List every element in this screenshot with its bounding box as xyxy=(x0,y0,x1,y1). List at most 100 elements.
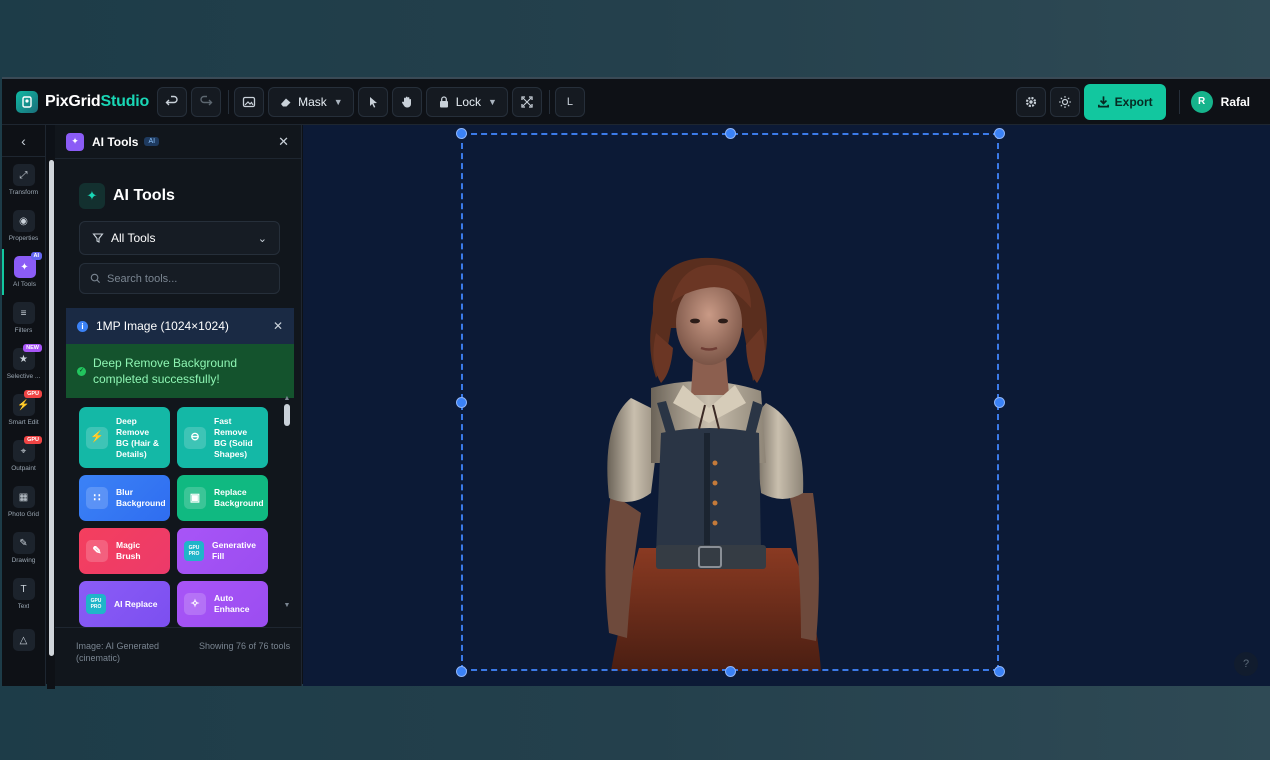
settings-button[interactable] xyxy=(1015,86,1046,117)
resize-handle-bottom[interactable] xyxy=(725,666,736,677)
tool-card-generative-fill[interactable]: GPU PRO Generative Fill xyxy=(177,528,268,574)
rail-item-smart-edit[interactable]: ⚡ Smart Edit GPU xyxy=(2,387,45,433)
user-menu[interactable]: R Rafal xyxy=(1190,90,1250,113)
search-icon xyxy=(90,273,101,284)
scroll-up-icon[interactable]: ▲ xyxy=(283,395,291,402)
app-window: PixGridStudio Mask ▼ Lock ▼ L Export R R… xyxy=(2,77,1270,689)
magic-wand-icon: ✦ xyxy=(79,183,105,209)
rail-item-label: Filters xyxy=(14,327,33,334)
tool-filter-select[interactable]: All Tools ⌄ xyxy=(79,221,280,255)
undo-button[interactable] xyxy=(157,86,188,117)
text-icon: T xyxy=(12,578,35,600)
mask-dropdown[interactable]: Mask ▼ xyxy=(268,86,354,117)
resize-handle-left[interactable] xyxy=(456,397,467,408)
tool-card-deep-remove-bg[interactable]: ⚡ Deep Remove BG (Hair & Details) xyxy=(79,407,170,468)
tool-count-text: Showing 76 of 76 tools xyxy=(199,641,291,651)
rail-item-filters[interactable]: ≡ Filters xyxy=(2,295,45,341)
resize-handle-bottom-left[interactable] xyxy=(456,666,467,677)
redo-button[interactable] xyxy=(191,86,222,117)
rail-item-label: Transform xyxy=(8,189,39,196)
export-label: Export xyxy=(1114,94,1153,109)
layer-shortcut-button[interactable]: L xyxy=(554,86,585,117)
palette-icon: ◉ xyxy=(12,210,35,232)
tool-card-replace-background[interactable]: ▣ Replace Background xyxy=(177,475,268,521)
resize-handle-top[interactable] xyxy=(725,128,736,139)
tool-card-label: AI Replace xyxy=(114,598,158,609)
collapse-rail-button[interactable]: ‹ xyxy=(2,125,45,157)
theme-toggle-button[interactable] xyxy=(1049,86,1080,117)
scrollbar-thumb[interactable] xyxy=(284,404,290,426)
rail-item-label: Outpaint xyxy=(11,465,36,472)
logo-icon xyxy=(16,90,38,113)
chevron-down-icon: ▼ xyxy=(488,96,497,107)
sliders-icon: ≡ xyxy=(12,302,35,324)
photo-grid-icon: ▦ xyxy=(12,486,35,508)
rail-item-transform[interactable]: ⤢ Transform xyxy=(2,157,45,203)
gpu-badge: GPU xyxy=(24,436,42,444)
mask-label: Mask xyxy=(298,94,327,109)
tool-card-ai-replace[interactable]: GPU PRO AI Replace xyxy=(79,581,170,627)
rail-item-label: Properties xyxy=(8,235,39,242)
rail-item-properties[interactable]: ◉ Properties xyxy=(2,203,45,249)
resize-handle-right[interactable] xyxy=(994,397,1005,408)
scrollbar-thumb[interactable] xyxy=(49,160,54,656)
fit-screen-button[interactable] xyxy=(511,86,542,117)
eraser-icon xyxy=(281,98,291,106)
panel-title-row: ✦ AI Tools xyxy=(79,183,301,209)
rail-item-photo-grid[interactable]: ▦ Photo Grid xyxy=(2,479,45,525)
rail-item-drawing[interactable]: ✎ Drawing xyxy=(2,525,45,571)
chevron-down-icon: ⌄ xyxy=(257,232,267,245)
resize-handle-top-left[interactable] xyxy=(456,128,467,139)
search-input[interactable] xyxy=(107,272,267,285)
rail-item-outpaint[interactable]: ⌖ Outpaint GPU xyxy=(2,433,45,479)
image-info-text: 1MP Image (1024×1024) xyxy=(96,319,229,333)
pointer-icon xyxy=(369,96,377,108)
hand-icon xyxy=(401,96,411,107)
panel-footer: Image: AI Generated (cinematic) Showing … xyxy=(55,627,302,686)
resize-handle-bottom-right[interactable] xyxy=(994,666,1005,677)
app-name: PixGridStudio xyxy=(45,92,150,110)
app-logo[interactable]: PixGridStudio xyxy=(16,90,150,113)
lock-icon xyxy=(439,95,448,107)
rail-item-label: Text xyxy=(17,603,30,610)
help-button[interactable]: ? xyxy=(1234,652,1258,676)
rail-item-text[interactable]: T Text xyxy=(2,571,45,617)
transform-icon: ⤢ xyxy=(12,164,35,186)
tool-grid-scrollbar[interactable]: ▲ ▼ xyxy=(283,395,291,621)
pan-tool-button[interactable] xyxy=(391,86,422,117)
user-name: Rafal xyxy=(1220,94,1250,109)
rail-item-label: Selective ... xyxy=(6,373,41,380)
export-button[interactable]: Export xyxy=(1083,83,1166,120)
rail-scrollbar[interactable] xyxy=(47,157,55,689)
image-button[interactable] xyxy=(234,86,265,117)
rail-item-shapes[interactable]: △ xyxy=(2,617,45,663)
chevron-left-icon: ‹ xyxy=(21,132,26,149)
minus-circle-icon: ⊖ xyxy=(184,426,206,449)
tool-grid: ⚡ Deep Remove BG (Hair & Details) ⊖ Fast… xyxy=(79,407,269,627)
tool-search[interactable] xyxy=(79,263,280,294)
tool-card-blur-background[interactable]: ∷ Blur Background xyxy=(79,475,170,521)
image-icon: ▣ xyxy=(184,487,206,509)
tool-card-auto-enhance[interactable]: ✧ Auto Enhance xyxy=(177,581,268,627)
tool-card-magic-brush[interactable]: ✎ Magic Brush xyxy=(79,528,170,574)
canvas-area[interactable]: ? xyxy=(303,125,1270,686)
tool-card-label: Auto Enhance xyxy=(214,593,250,614)
close-icon[interactable]: ✕ xyxy=(278,134,289,150)
tool-card-label: Deep Remove BG (Hair & Details) xyxy=(116,415,159,459)
success-banner: ✓ Deep Remove Background completed succes… xyxy=(66,344,294,398)
resize-handle-top-right[interactable] xyxy=(994,128,1005,139)
select-tool-button[interactable] xyxy=(357,86,388,117)
panel-title: AI Tools xyxy=(113,187,175,204)
info-icon: i xyxy=(77,320,88,332)
rail-item-selective[interactable]: ★ Selective ... NEW xyxy=(2,341,45,387)
gpu-badge: GPU xyxy=(24,390,42,398)
scroll-down-icon[interactable]: ▼ xyxy=(283,602,291,609)
close-icon[interactable]: ✕ xyxy=(273,319,283,333)
tool-card-fast-remove-bg[interactable]: ⊖ Fast Remove BG (Solid Shapes) xyxy=(177,407,268,468)
lock-dropdown[interactable]: Lock ▼ xyxy=(425,86,508,117)
top-toolbar: PixGridStudio Mask ▼ Lock ▼ L Export R R… xyxy=(2,79,1270,125)
rail-item-label: Photo Grid xyxy=(7,511,40,518)
chevron-down-icon: ▼ xyxy=(333,96,343,107)
rail-item-ai-tools[interactable]: ✦ AI Tools AI xyxy=(2,249,45,295)
selection-frame[interactable] xyxy=(461,133,999,671)
